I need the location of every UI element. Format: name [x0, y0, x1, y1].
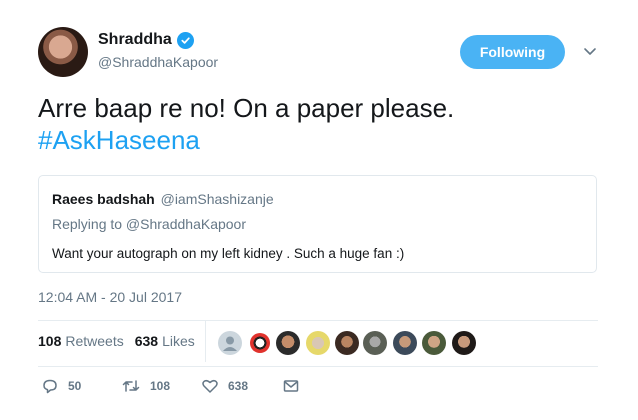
liker-avatar[interactable] [335, 331, 359, 355]
following-button[interactable]: Following [460, 35, 565, 69]
stats-separator [205, 320, 206, 362]
author-handle[interactable]: @ShraddhaKapoor [98, 54, 218, 70]
retweets-count: 108 [38, 333, 62, 349]
divider [38, 320, 598, 321]
liker-avatar[interactable] [393, 331, 417, 355]
tweet-timestamp[interactable]: 12:04 AM - 20 Jul 2017 [38, 289, 182, 305]
like-action[interactable]: 638 [201, 377, 248, 395]
retweet-icon [122, 380, 140, 392]
direct-message-action[interactable] [282, 377, 300, 395]
quoted-replying-to: Replying to @ShraddhaKapoor [52, 216, 247, 232]
envelope-icon [283, 380, 299, 392]
liker-avatar[interactable] [218, 331, 242, 355]
retweet-action[interactable]: 108 [121, 377, 170, 395]
author-name[interactable]: Shraddha [98, 31, 172, 49]
retweets-stat[interactable]: 108 Retweets [38, 333, 124, 349]
chevron-down-icon[interactable] [582, 43, 598, 59]
reply-count: 50 [68, 379, 82, 393]
liker-avatar[interactable] [422, 331, 446, 355]
quoted-author: Raees badshah @iamShashizanje [52, 191, 274, 207]
quoted-author-name[interactable]: Raees badshah [52, 191, 155, 207]
author-name-row: Shraddha [98, 31, 194, 49]
retweets-label: Retweets [65, 333, 124, 349]
verified-badge-icon [176, 31, 194, 49]
divider [38, 366, 598, 367]
tweet-text: Arre baap re no! On a paper please. #Ask… [38, 92, 608, 156]
liker-avatar[interactable] [250, 333, 270, 353]
quoted-author-handle[interactable]: @iamShashizanje [161, 191, 274, 207]
likes-count: 638 [134, 333, 159, 349]
liker-avatar[interactable] [276, 331, 300, 355]
quoted-text: Want your autograph on my left kidney . … [52, 246, 405, 261]
liker-avatar[interactable] [306, 331, 330, 355]
likes-label: Likes [162, 333, 195, 349]
heart-icon [202, 379, 218, 393]
liker-avatars [218, 331, 488, 355]
tweet-body: Arre baap re no! On a paper please. [38, 93, 455, 123]
hashtag-link[interactable]: #AskHaseena [38, 124, 608, 156]
tweet-actions: 50 108 638 [38, 377, 328, 399]
reply-icon [43, 379, 57, 394]
retweet-count: 108 [150, 379, 171, 393]
like-count: 638 [228, 379, 249, 393]
reply-action[interactable]: 50 [41, 377, 81, 395]
liker-avatar[interactable] [363, 331, 387, 355]
liker-avatar[interactable] [452, 331, 476, 355]
tweet-stats: 108 Retweets 638 Likes [38, 333, 195, 349]
quoted-tweet[interactable]: Raees badshah @iamShashizanje Replying t… [38, 175, 597, 273]
likes-stat[interactable]: 638 Likes [135, 333, 195, 349]
author-avatar[interactable] [38, 27, 88, 77]
